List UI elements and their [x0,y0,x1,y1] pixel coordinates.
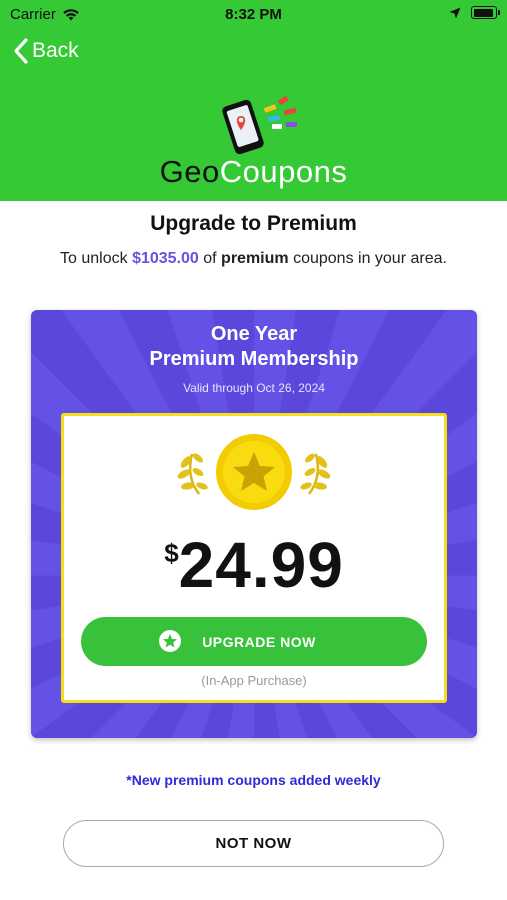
laurel-icon [300,453,331,495]
price-currency: $ [164,538,179,568]
battery-icon [471,6,500,19]
subtitle-emphasis: premium [221,250,289,267]
price-value: 24.99 [178,529,344,601]
back-chevron-icon [14,38,28,64]
star-medal-icon [177,434,331,510]
app-header: Carrier 8:32 PM Back GeoCoupons [0,0,507,201]
price-display: $24.99 [64,528,444,602]
laurel-icon [177,453,208,495]
membership-title: One Year Premium Membership [31,322,477,372]
logo-coupons: Coupons [219,154,348,189]
back-label: Back [32,39,79,62]
subtitle-prefix: To unlock [60,250,133,267]
weekly-coupons-note: *New premium coupons added weekly [126,772,381,788]
membership-card: One Year Premium Membership Valid throug… [31,310,477,738]
logo-geo: Geo [159,154,220,189]
price-panel: $24.99 UPGRADE NOW (In-App Purchase) [61,413,447,703]
upgrade-now-button[interactable]: UPGRADE NOW [81,617,427,666]
valid-through: Valid through Oct 26, 2024 [183,381,325,395]
star-badge-icon [159,630,181,652]
in-app-purchase-note: (In-App Purchase) [201,673,307,688]
not-now-button[interactable]: NOT NOW [63,820,444,867]
status-time: 8:32 PM [225,6,282,23]
membership-title-line2: Premium Membership [149,348,359,370]
upgrade-now-label: UPGRADE NOW [202,633,316,650]
status-bar: Carrier 8:32 PM [0,0,507,28]
status-indicators [449,6,500,19]
back-button[interactable]: Back [14,38,79,64]
subtitle-suffix: coupons in your area. [288,250,447,267]
phone-map-logo-icon [222,96,297,155]
subtitle: To unlock $1035.00 of premium coupons in… [60,248,447,269]
membership-title-line1: One Year [210,323,298,345]
location-arrow-icon [449,7,461,18]
subtitle-middle: of [198,250,222,267]
page-title: Upgrade to Premium [150,212,357,235]
unlock-amount: $1035.00 [132,250,199,267]
app-logo-text: GeoCoupons [0,154,507,190]
